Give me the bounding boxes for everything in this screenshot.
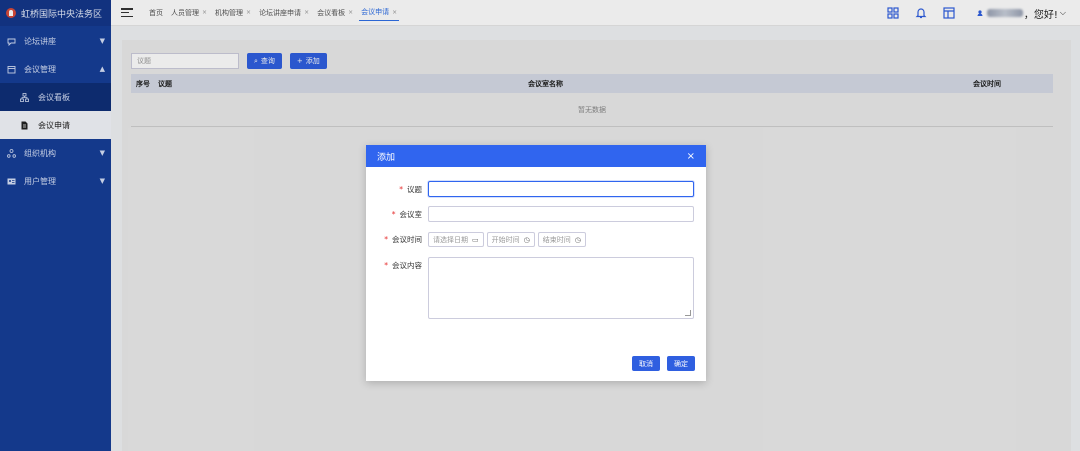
confirm-button[interactable]: 确定 <box>667 356 695 371</box>
clock-icon: ◷ <box>574 235 581 244</box>
label-text: 议题 <box>407 184 422 194</box>
required-mark: * <box>384 235 388 244</box>
end-time-picker[interactable]: 结束时间 ◷ <box>537 232 586 247</box>
room-label: * 会议室 <box>372 209 428 220</box>
clock-icon: ◷ <box>523 235 530 244</box>
dialog-header: 添加 × <box>366 145 706 167</box>
start-time-picker[interactable]: 开始时间 ◷ <box>486 232 535 247</box>
label-text: 会议内容 <box>392 261 422 270</box>
required-mark: * <box>399 184 403 194</box>
required-mark: * <box>391 209 396 219</box>
calendar-icon: ▭ <box>472 235 479 244</box>
end-placeholder: 结束时间 <box>542 235 571 244</box>
cancel-button[interactable]: 取消 <box>632 356 660 371</box>
form-row-room: * 会议室 <box>372 206 694 222</box>
dialog-footer: 取消 确定 <box>625 356 695 371</box>
close-icon[interactable]: × <box>687 151 695 162</box>
label-text: 会议室 <box>399 209 423 219</box>
content-label: * 会议内容 <box>372 257 428 271</box>
form-row-topic: * 议题 <box>372 181 694 197</box>
form-row-content: * 会议内容 <box>372 257 694 319</box>
start-placeholder: 开始时间 <box>491 235 520 244</box>
topic-label: * 议题 <box>372 184 428 195</box>
date-placeholder: 请选择日期 <box>433 235 468 244</box>
add-dialog: 添加 × * 议题 * 会议室 * 会议时间 请选择日期 ▭ 开始时间 ◷ 结束时间 ◷ *… <box>366 145 706 381</box>
time-label: * 会议时间 <box>372 234 428 245</box>
dialog-title: 添加 <box>377 152 396 163</box>
date-picker[interactable]: 请选择日期 ▭ <box>428 232 484 247</box>
room-field[interactable] <box>428 206 694 222</box>
content-textarea[interactable] <box>428 257 694 319</box>
topic-field[interactable] <box>428 181 694 197</box>
label-text: 会议时间 <box>392 235 422 244</box>
form-row-time: * 会议时间 请选择日期 ▭ 开始时间 ◷ 结束时间 ◷ <box>372 232 589 247</box>
required-mark: * <box>384 261 388 270</box>
